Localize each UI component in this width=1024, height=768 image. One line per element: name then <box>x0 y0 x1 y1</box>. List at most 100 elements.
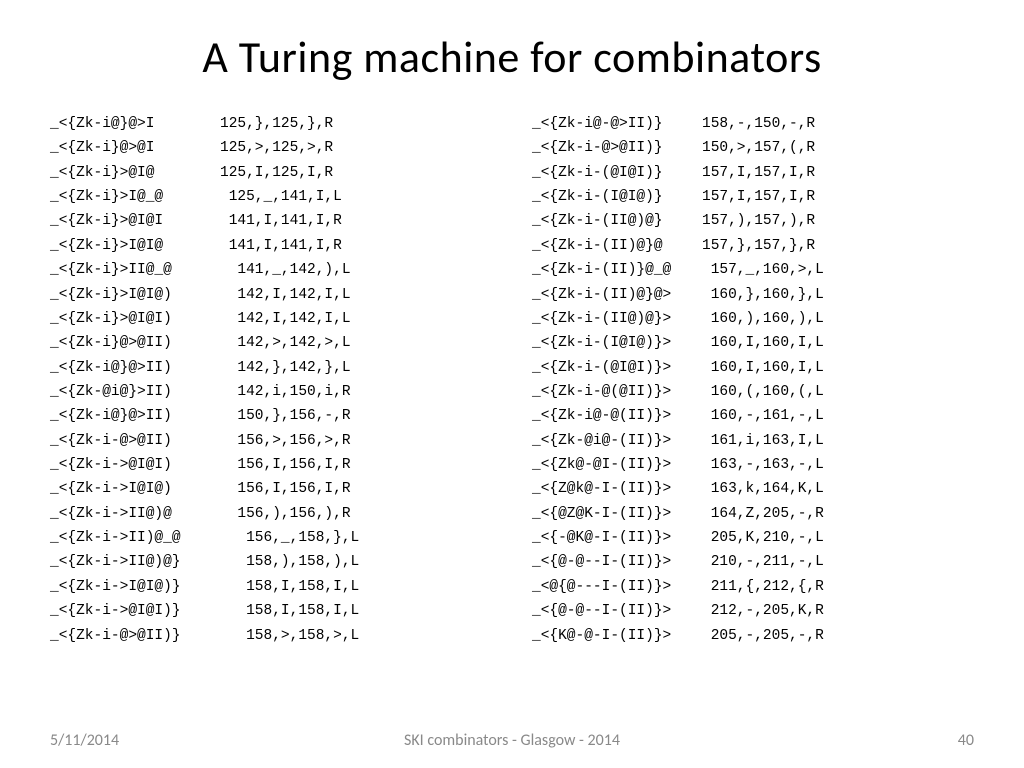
rule-row: _<{Zk-i-(II@)@}> 160,),160,),L <box>532 307 974 331</box>
rule-row: _<{Zk-i}@>@I125,>,125,>,R <box>50 136 492 160</box>
rule-transition: 157,I,157,I,R <box>702 161 815 185</box>
rule-row: _<{Zk-i->@I@I)} 158,I,158,I,L <box>50 599 492 623</box>
rule-transition: 156,_,158,},L <box>220 526 359 550</box>
rule-state: _<{Zk-i}>II@_@ <box>50 258 220 282</box>
rule-transition: 142,},142,},L <box>220 356 351 380</box>
rule-state: _<{@-@--I-(II)}> <box>532 599 702 623</box>
rule-row: _<{Zk-i-(I@I@)}> 160,I,160,I,L <box>532 331 974 355</box>
rule-state: _<{Zk-i}>I@I@ <box>50 234 220 258</box>
rule-row: _<{Zk-i}>I@I@ 141,I,141,I,R <box>50 234 492 258</box>
rule-transition: 212,-,205,K,R <box>702 599 824 623</box>
rule-transition: 150,},156,-,R <box>220 404 351 428</box>
rule-row: _<{Zk-i}@>@II) 142,>,142,>,L <box>50 331 492 355</box>
rule-transition: 160,-,161,-,L <box>702 404 824 428</box>
rule-row: _<{Zk-@i@-(II)}> 161,i,163,I,L <box>532 429 974 453</box>
rule-transition: 125,>,125,>,R <box>220 136 333 160</box>
rule-state: _<@{@---I-(II)}> <box>532 575 702 599</box>
rule-state: _<{Zk-i->II)@_@ <box>50 526 220 550</box>
rule-state: _<{Zk-i->@I@I) <box>50 453 220 477</box>
rule-state: _<{Zk-i->@I@I)} <box>50 599 220 623</box>
rule-transition: 157,_,160,>,L <box>702 258 824 282</box>
rule-row: _<@{@---I-(II)}> 211,{,212,{,R <box>532 575 974 599</box>
rule-transition: 163,-,163,-,L <box>702 453 824 477</box>
rule-row: _<{Zk-i-(II@)@}157,),157,),R <box>532 209 974 233</box>
rule-state: _<{Zk-i}>I@_@ <box>50 185 220 209</box>
rule-transition: 125,},125,},R <box>220 112 333 136</box>
rule-state: _<{Zk-i->I@I@) <box>50 477 220 501</box>
rule-row: _<{Zk-i-(II)@}@> 160,},160,},L <box>532 283 974 307</box>
rule-state: _<{Zk-i->II@)@} <box>50 550 220 574</box>
slide-footer: 5/11/2014 SKI combinators - Glasgow - 20… <box>0 731 1024 750</box>
rule-state: _<{Zk-i@}@>II) <box>50 404 220 428</box>
rule-state: _<{Zk-i-(@I@I)}> <box>532 356 702 380</box>
rule-state: _<{Zk-i@}@>I <box>50 112 220 136</box>
rule-state: _<{Zk@-@I-(II)}> <box>532 453 702 477</box>
rule-transition: 142,i,150,i,R <box>220 380 351 404</box>
rule-state: _<{Zk-i-@(@II)}> <box>532 380 702 404</box>
rule-state: _<{Zk-i-(II)@}@ <box>532 234 702 258</box>
rule-row: _<{@Z@K-I-(II)}> 164,Z,205,-,R <box>532 502 974 526</box>
rule-transition: 157,),157,),R <box>702 209 815 233</box>
rule-row: _<{-@K@-I-(II)}> 205,K,210,-,L <box>532 526 974 550</box>
rule-transition: 160,I,160,I,L <box>702 356 824 380</box>
rule-row: _<{Zk-i}>@I@I 141,I,141,I,R <box>50 209 492 233</box>
rule-transition: 142,I,142,I,L <box>220 283 351 307</box>
rule-transition: 210,-,211,-,L <box>702 550 824 574</box>
rule-transition: 163,k,164,K,L <box>702 477 824 501</box>
rule-state: _<{Zk-i-@>@II)} <box>50 624 220 648</box>
rule-transition: 156,I,156,I,R <box>220 453 351 477</box>
rule-row: _<{Zk-i->@I@I) 156,I,156,I,R <box>50 453 492 477</box>
rule-row: _<{Zk-i->II@)@} 158,),158,),L <box>50 550 492 574</box>
rule-transition: 161,i,163,I,L <box>702 429 824 453</box>
rule-state: _<{K@-@-I-(II)}> <box>532 624 702 648</box>
rule-transition: 141,I,141,I,R <box>220 234 342 258</box>
rule-transition: 157,},157,},R <box>702 234 815 258</box>
rule-transition: 157,I,157,I,R <box>702 185 815 209</box>
rule-transition: 141,I,141,I,R <box>220 209 342 233</box>
rule-state: _<{Zk-i@}@>II) <box>50 356 220 380</box>
rules-left-column: _<{Zk-i@}@>I125,},125,},R_<{Zk-i}@>@I125… <box>50 112 492 648</box>
rule-state: _<{Zk-i-(II@)@}> <box>532 307 702 331</box>
footer-center: SKI combinators - Glasgow - 2014 <box>358 731 666 750</box>
rule-state: _<{Z@k@-I-(II)}> <box>532 477 702 501</box>
rule-row: _<{@-@--I-(II)}> 210,-,211,-,L <box>532 550 974 574</box>
rule-state: _<{Zk-i@-@>II)} <box>532 112 702 136</box>
rule-state: _<{Zk-i}>@I@I) <box>50 307 220 331</box>
rule-state: _<{Zk-i}>@I@I <box>50 209 220 233</box>
rule-transition: 158,-,150,-,R <box>702 112 815 136</box>
rule-state: _<{Zk-i}@>@I <box>50 136 220 160</box>
rule-row: _<{Zk-i-@>@II)}150,>,157,(,R <box>532 136 974 160</box>
rule-row: _<{Zk-i-(@I@I)}157,I,157,I,R <box>532 161 974 185</box>
rule-row: _<{Zk-i@-@(II)}> 160,-,161,-,L <box>532 404 974 428</box>
rule-state: _<{Zk-@i@}>II) <box>50 380 220 404</box>
rule-row: _<{@-@--I-(II)}> 212,-,205,K,R <box>532 599 974 623</box>
rule-transition: 158,I,158,I,L <box>220 599 359 623</box>
rule-transition: 158,),158,),L <box>220 550 359 574</box>
rule-state: _<{Zk-i-(II)}@_@ <box>532 258 702 282</box>
rule-transition: 142,I,142,I,L <box>220 307 351 331</box>
rule-transition: 160,I,160,I,L <box>702 331 824 355</box>
rule-row: _<{Zk-i@}@>II) 142,},142,},L <box>50 356 492 380</box>
rule-state: _<{Zk-i}@>@II) <box>50 331 220 355</box>
rule-row: _<{K@-@-I-(II)}> 205,-,205,-,R <box>532 624 974 648</box>
footer-page: 40 <box>666 731 974 750</box>
rule-transition: 141,_,142,),L <box>220 258 351 282</box>
rule-row: _<{Zk-i-@>@II)} 158,>,158,>,L <box>50 624 492 648</box>
slide: A Turing machine for combinators _<{Zk-i… <box>0 0 1024 768</box>
rule-row: _<{Zk-i->I@I@) 156,I,156,I,R <box>50 477 492 501</box>
rule-row: _<{Z@k@-I-(II)}> 163,k,164,K,L <box>532 477 974 501</box>
rule-row: _<{Zk-i-@(@II)}> 160,(,160,(,L <box>532 380 974 404</box>
rule-state: _<{Zk-i->II@)@ <box>50 502 220 526</box>
rule-row: _<{Zk-i}>II@_@ 141,_,142,),L <box>50 258 492 282</box>
rule-state: _<{Zk-i-@>@II)} <box>532 136 702 160</box>
rule-row: _<{Zk-i}>I@I@) 142,I,142,I,L <box>50 283 492 307</box>
rule-transition: 125,_,141,I,L <box>220 185 342 209</box>
rule-transition: 156,>,156,>,R <box>220 429 351 453</box>
rule-row: _<{Zk@-@I-(II)}> 163,-,163,-,L <box>532 453 974 477</box>
rule-transition: 160,(,160,(,L <box>702 380 824 404</box>
rule-transition: 164,Z,205,-,R <box>702 502 824 526</box>
rule-state: _<{Zk-i}>I@I@) <box>50 283 220 307</box>
rule-row: _<{Zk-i->II@)@ 156,),156,),R <box>50 502 492 526</box>
rule-state: _<{Zk-i-(@I@I)} <box>532 161 702 185</box>
rule-state: _<{Zk-i-@>@II) <box>50 429 220 453</box>
